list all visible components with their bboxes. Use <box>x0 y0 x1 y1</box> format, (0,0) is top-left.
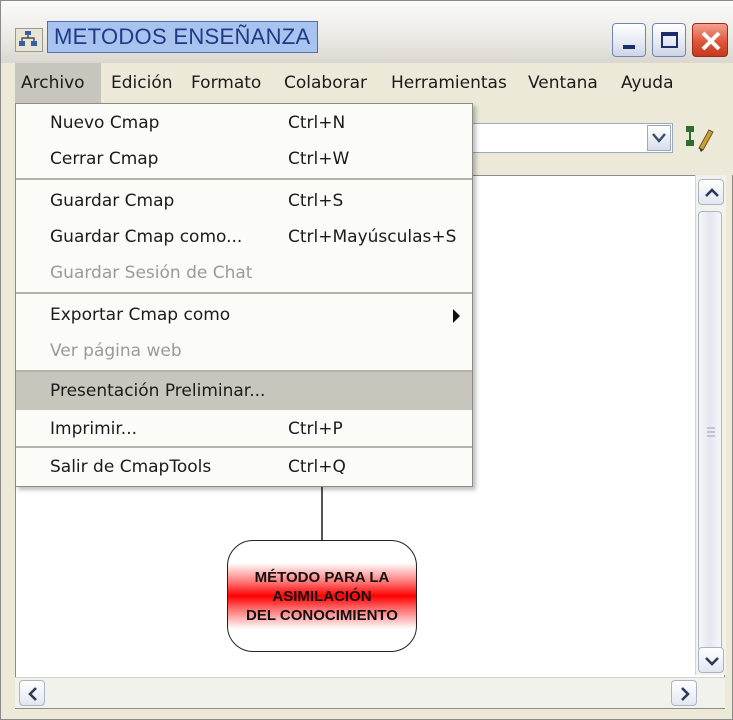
menu-item-nuevo-cmap[interactable]: Nuevo Cmap Ctrl+N <box>16 104 472 142</box>
menu-item-label: Ver página web <box>50 341 182 361</box>
maximize-icon <box>661 32 678 48</box>
scroll-left-button[interactable] <box>19 680 45 706</box>
menu-formato[interactable]: Formato <box>185 63 267 103</box>
vertical-scroll-thumb[interactable] <box>698 211 722 651</box>
menu-item-shortcut: Ctrl+S <box>288 191 344 211</box>
close-icon <box>701 31 721 51</box>
menu-item-label: Nuevo Cmap <box>50 113 160 133</box>
scroll-up-button[interactable] <box>698 179 724 205</box>
menu-item-shortcut: Ctrl+W <box>288 149 350 169</box>
menu-ventana[interactable]: Ventana <box>522 63 604 103</box>
menu-separator <box>16 292 472 294</box>
menu-item-label: Cerrar Cmap <box>50 149 159 169</box>
menu-item-salir[interactable]: Salir de CmapTools Ctrl+Q <box>16 448 472 486</box>
menu-item-ver-pagina-web[interactable]: Ver página web <box>16 332 472 370</box>
menu-item-label: Imprimir... <box>50 419 138 439</box>
menu-item-guardar-cmap-como[interactable]: Guardar Cmap como... Ctrl+Mayúsculas+S <box>16 218 472 256</box>
menu-item-label: Guardar Cmap como... <box>50 227 243 247</box>
combo-dropdown-button[interactable] <box>647 125 671 151</box>
cmap-app-icon[interactable] <box>15 28 43 52</box>
menu-item-presentacion-preliminar[interactable]: Presentación Preliminar... <box>16 372 472 410</box>
menu-archivo[interactable]: Archivo <box>15 63 101 103</box>
concept-node-text: MÉTODO PARA LA ASIMILACIÓN DEL CONOCIMIE… <box>246 568 398 624</box>
window-title: METODOS ENSEÑANZA <box>47 21 318 53</box>
cmap-tools-icon[interactable] <box>683 122 717 154</box>
view-combo-box[interactable] <box>461 123 673 153</box>
concept-connector-line <box>321 484 323 540</box>
menu-item-label: Guardar Sesión de Chat <box>50 263 253 283</box>
menu-item-shortcut: Ctrl+N <box>288 113 346 133</box>
menu-item-label: Presentación Preliminar... <box>50 381 266 401</box>
chevron-down-icon <box>652 133 666 143</box>
scroll-down-button[interactable] <box>698 647 724 673</box>
close-button[interactable] <box>692 23 728 57</box>
menu-edicion[interactable]: Edición <box>105 63 179 103</box>
menu-item-exportar-cmap[interactable]: Exportar Cmap como <box>16 296 472 334</box>
vertical-scrollbar[interactable] <box>695 175 726 675</box>
menu-item-label: Guardar Cmap <box>50 191 175 211</box>
grip-icon <box>707 427 715 437</box>
menu-item-imprimir[interactable]: Imprimir... Ctrl+P <box>16 410 472 448</box>
title-bar[interactable]: METODOS ENSEÑANZA <box>1 1 733 64</box>
archivo-dropdown-menu: Nuevo Cmap Ctrl+N Cerrar Cmap Ctrl+W Gua… <box>15 103 473 487</box>
horizontal-scrollbar[interactable] <box>15 677 725 708</box>
menu-bar: Archivo Edición Formato Colaborar Herram… <box>1 63 733 104</box>
concept-node[interactable]: MÉTODO PARA LA ASIMILACIÓN DEL CONOCIMIE… <box>227 540 417 652</box>
menu-item-guardar-sesion-chat[interactable]: Guardar Sesión de Chat <box>16 254 472 292</box>
submenu-arrow-icon <box>453 309 460 323</box>
scroll-right-button[interactable] <box>671 680 697 706</box>
cmap-window: METODOS ENSEÑANZA Archivo Edición Format… <box>0 0 733 720</box>
menu-separator <box>16 178 472 180</box>
minimize-button[interactable] <box>612 23 646 57</box>
menu-item-shortcut: Ctrl+Mayúsculas+S <box>288 227 457 247</box>
chevron-up-icon <box>705 188 719 197</box>
maximize-button[interactable] <box>652 23 686 57</box>
menu-item-label: Exportar Cmap como <box>50 305 231 325</box>
menu-ayuda[interactable]: Ayuda <box>615 63 680 103</box>
menu-item-shortcut: Ctrl+P <box>288 419 343 439</box>
chevron-left-icon <box>28 687 37 701</box>
menu-herramientas[interactable]: Herramientas <box>385 63 513 103</box>
menu-item-cerrar-cmap[interactable]: Cerrar Cmap Ctrl+W <box>16 140 472 178</box>
chevron-down-icon <box>705 657 719 666</box>
minimize-icon <box>623 45 635 49</box>
menu-colaborar[interactable]: Colaborar <box>278 63 373 103</box>
menu-item-guardar-cmap[interactable]: Guardar Cmap Ctrl+S <box>16 182 472 220</box>
chevron-right-icon <box>681 687 690 701</box>
menu-item-shortcut: Ctrl+Q <box>288 457 346 477</box>
menu-item-label: Salir de CmapTools <box>50 457 212 477</box>
